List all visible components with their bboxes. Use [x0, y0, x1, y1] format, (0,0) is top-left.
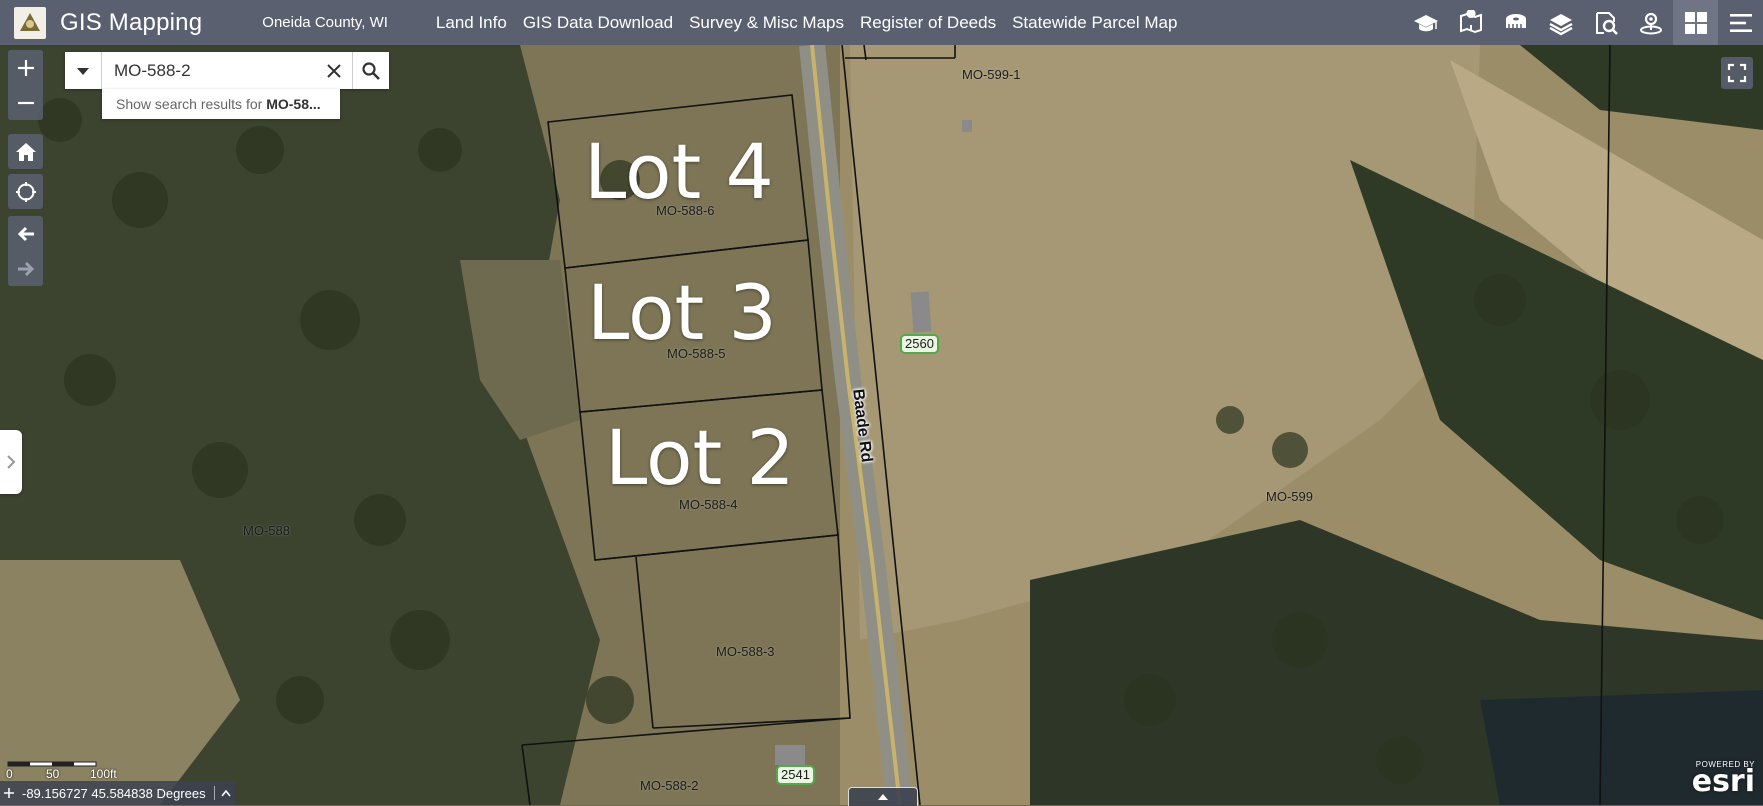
map-pin-icon[interactable]: [1448, 0, 1493, 45]
parcel-label: MO-588-4: [679, 497, 738, 512]
esri-attribution: POWERED BY esri: [1691, 760, 1755, 799]
caret-down-icon: [77, 67, 89, 75]
search-widget: [65, 52, 389, 89]
parcel-label: MO-599-1: [962, 67, 1021, 82]
clear-search-button[interactable]: [319, 52, 349, 89]
measure-icon[interactable]: [1493, 0, 1538, 45]
widget-toolbar: [1403, 0, 1763, 45]
header-nav: Land Info GIS Data Download Survey & Mis…: [436, 13, 1194, 33]
nav-statewide-parcel-map[interactable]: Statewide Parcel Map: [1012, 13, 1177, 33]
address-badge: 2560: [900, 334, 939, 354]
chevron-right-icon: [7, 455, 16, 469]
coordinate-menu-button[interactable]: [213, 786, 231, 800]
app-header: GIS Mapping Oneida County, WI Land Info …: [0, 0, 1763, 45]
search-button[interactable]: [352, 52, 389, 89]
county-seal-icon: [20, 12, 40, 31]
caret-up-icon: [878, 794, 888, 800]
zoom-in-button[interactable]: [8, 50, 43, 85]
search-input[interactable]: [102, 52, 352, 89]
parcel-label: MO-588-3: [716, 644, 775, 659]
home-button[interactable]: [8, 134, 43, 169]
menu-icon[interactable]: [1718, 0, 1763, 45]
crosshair-icon: [15, 181, 36, 202]
parcel-label: MO-588: [243, 523, 290, 538]
coordinate-crosshair-icon[interactable]: [4, 788, 14, 798]
app-subtitle: Oneida County, WI: [262, 14, 388, 31]
nav-gis-data-download[interactable]: GIS Data Download: [523, 13, 673, 33]
attribute-table-toggle[interactable]: [848, 787, 918, 806]
my-location-button[interactable]: [8, 174, 43, 209]
suggestion-term: MO-58...: [266, 96, 321, 112]
app-title: GIS Mapping: [60, 8, 203, 36]
close-icon: [327, 63, 341, 78]
scale-label-0: 0: [6, 767, 13, 781]
extent-navigation: [8, 216, 43, 286]
fullscreen-button[interactable]: [1721, 57, 1753, 89]
coordinate-readout: -89.156727 45.584838 Degrees: [0, 781, 235, 805]
query-icon[interactable]: [1583, 0, 1628, 45]
parcel-label: MO-588-5: [667, 346, 726, 361]
next-extent-button[interactable]: [8, 251, 43, 286]
county-logo: [14, 6, 46, 39]
arrow-right-icon: [17, 261, 34, 276]
previous-extent-button[interactable]: [8, 216, 43, 251]
scale-label-100: 100ft: [90, 767, 117, 781]
map-view[interactable]: Lot 4 Lot 3 Lot 2 MO-599-1 MO-588-6 MO-5…: [0, 0, 1763, 805]
search-icon: [362, 61, 380, 80]
suggestion-prefix: Show search results for: [116, 96, 263, 112]
layers-icon[interactable]: [1538, 0, 1583, 45]
nav-land-info[interactable]: Land Info: [436, 13, 507, 33]
zoom-controls: [8, 50, 43, 120]
locate-pin-icon[interactable]: [1628, 0, 1673, 45]
scale-bar: 0 50 100ft: [6, 758, 117, 781]
parcel-label: MO-599: [1266, 489, 1313, 504]
lot-4-label: Lot 4: [584, 127, 774, 216]
plus-icon: [17, 59, 34, 76]
nav-survey-misc-maps[interactable]: Survey & Misc Maps: [689, 13, 844, 33]
home-control: [8, 134, 43, 169]
fullscreen-icon: [1727, 63, 1747, 83]
coordinate-text: -89.156727 45.584838 Degrees: [22, 785, 206, 801]
graduation-cap-icon[interactable]: [1403, 0, 1448, 45]
lot-3-label: Lot 3: [587, 268, 777, 357]
parcel-label: MO-588-6: [656, 203, 715, 218]
arrow-left-icon: [17, 226, 34, 241]
address-badge: 2541: [776, 765, 815, 785]
search-suggestion[interactable]: Show search results for MO-58...: [102, 89, 340, 119]
home-icon: [15, 142, 36, 161]
locate-control: [8, 174, 43, 209]
nav-register-of-deeds[interactable]: Register of Deeds: [860, 13, 996, 33]
scale-label-50: 50: [46, 767, 60, 781]
chevron-up-icon: [220, 789, 231, 797]
esri-logo: esri: [1691, 764, 1755, 799]
side-panel-toggle[interactable]: [0, 430, 22, 494]
zoom-out-button[interactable]: [8, 85, 43, 120]
minus-icon: [17, 101, 34, 104]
aerial-imagery: [0, 0, 1763, 805]
lot-2-label: Lot 2: [605, 413, 795, 502]
grid-icon[interactable]: [1673, 0, 1718, 45]
parcel-label: MO-588-2: [640, 778, 699, 793]
search-source-dropdown[interactable]: [65, 52, 102, 89]
